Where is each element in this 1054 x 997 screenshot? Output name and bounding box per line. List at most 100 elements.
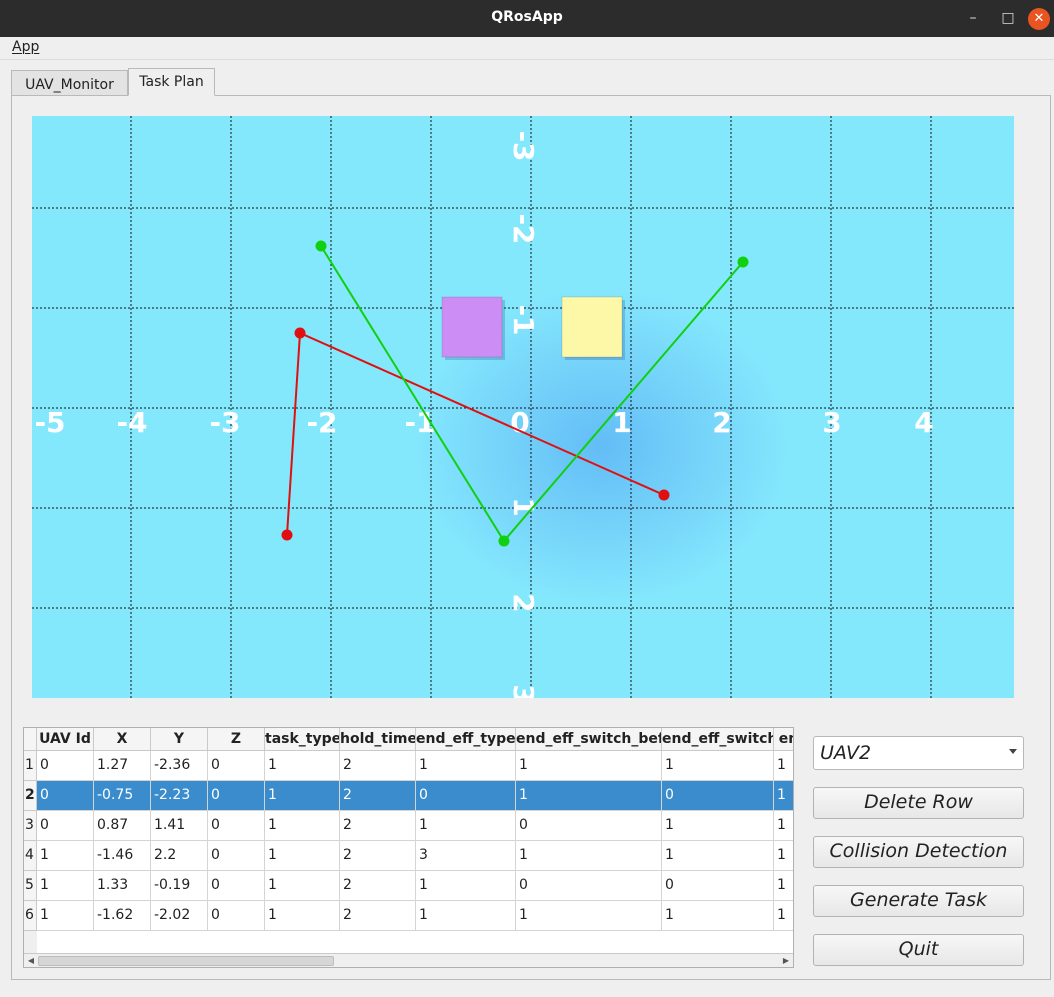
- table-cell-x[interactable]: -1.62: [94, 901, 151, 931]
- table-cell-x[interactable]: -1.46: [94, 841, 151, 871]
- axis-label: 4: [914, 406, 933, 439]
- scroll-right-icon[interactable]: ▶: [779, 954, 793, 967]
- table-cell-x[interactable]: -0.75: [94, 781, 151, 811]
- delete-row-button[interactable]: Delete Row: [813, 787, 1024, 819]
- table-cell-hold-time[interactable]: 2: [340, 781, 416, 811]
- row-header[interactable]: 2: [24, 781, 37, 811]
- table-cell-task-type[interactable]: 1: [265, 871, 340, 901]
- column-header-z[interactable]: Z: [208, 728, 265, 751]
- table-cell-z[interactable]: 0: [208, 811, 265, 841]
- table-cell-end-eff-switch-bef[interactable]: 1: [516, 901, 662, 931]
- table-cell-task-type[interactable]: 1: [265, 811, 340, 841]
- row-header[interactable]: 6: [24, 901, 37, 931]
- column-header-uav-id[interactable]: UAV Id: [37, 728, 94, 751]
- table-cell-end-eff-switch[interactable]: 1: [662, 811, 774, 841]
- table-cell-y[interactable]: -2.23: [151, 781, 208, 811]
- column-header-end-eff-type[interactable]: end_eff_type: [416, 728, 516, 751]
- table-cell-hold-time[interactable]: 2: [340, 901, 416, 931]
- table-cell-uav-id[interactable]: 1: [37, 841, 94, 871]
- table-cell-end-eff-switch[interactable]: 1: [662, 751, 774, 781]
- table-cell-hold-time[interactable]: 2: [340, 871, 416, 901]
- uav-select[interactable]: UAV2: [813, 736, 1024, 770]
- column-header-x[interactable]: X: [94, 728, 151, 751]
- table-cell-end-eff-switch-bef[interactable]: 1: [516, 751, 662, 781]
- table-cell-z[interactable]: 0: [208, 841, 265, 871]
- menu-app[interactable]: App: [12, 39, 39, 55]
- close-icon[interactable]: ✕: [1028, 8, 1050, 30]
- table-cell-end-eff-switch[interactable]: 1: [662, 841, 774, 871]
- table-cell-en[interactable]: 1: [774, 901, 793, 931]
- table-cell-z[interactable]: 0: [208, 781, 265, 811]
- uav-select-value: UAV2: [820, 742, 872, 764]
- table-cell-end-eff-switch[interactable]: 0: [662, 781, 774, 811]
- table-cell-end-eff-switch[interactable]: 1: [662, 901, 774, 931]
- table-cell-en[interactable]: 1: [774, 871, 793, 901]
- table-cell-y[interactable]: 2.2: [151, 841, 208, 871]
- scroll-left-icon[interactable]: ◀: [24, 954, 38, 967]
- table-cell-end-eff-switch-bef[interactable]: 1: [516, 781, 662, 811]
- table-cell-en[interactable]: 1: [774, 841, 793, 871]
- table-cell-hold-time[interactable]: 2: [340, 841, 416, 871]
- table-cell-end-eff-type[interactable]: 1: [416, 811, 516, 841]
- table-cell-x[interactable]: 0.87: [94, 811, 151, 841]
- table-cell-end-eff-type[interactable]: 3: [416, 841, 516, 871]
- table-cell-task-type[interactable]: 1: [265, 841, 340, 871]
- table-cell-z[interactable]: 0: [208, 751, 265, 781]
- scene-3d-view[interactable]: -5 -4 -3 -2 -1 0 1 2 3 4 -3 -2 -1 1 2 3: [32, 116, 1014, 698]
- table-cell-uav-id[interactable]: 0: [37, 811, 94, 841]
- column-header-y[interactable]: Y: [151, 728, 208, 751]
- scrollbar-thumb[interactable]: [38, 956, 334, 966]
- table-cell-task-type[interactable]: 1: [265, 751, 340, 781]
- table-cell-task-type[interactable]: 1: [265, 901, 340, 931]
- table-cell-hold-time[interactable]: 2: [340, 811, 416, 841]
- maximize-icon[interactable]: □: [997, 8, 1019, 30]
- tab-task-plan[interactable]: Task Plan: [128, 68, 215, 96]
- table-cell-y[interactable]: -2.02: [151, 901, 208, 931]
- row-header[interactable]: 5: [24, 871, 37, 901]
- table-cell-uav-id[interactable]: 0: [37, 781, 94, 811]
- table-cell-uav-id[interactable]: 0: [37, 751, 94, 781]
- table-cell-end-eff-type[interactable]: 1: [416, 901, 516, 931]
- table-cell-end-eff-switch-bef[interactable]: 0: [516, 871, 662, 901]
- row-header[interactable]: 3: [24, 811, 37, 841]
- task-table[interactable]: UAV Id X Y Ztask_type hold_time end_eff_type e…: [23, 727, 794, 968]
- table-corner[interactable]: [24, 728, 37, 751]
- table-cell-end-eff-type[interactable]: 1: [416, 751, 516, 781]
- table-cell-end-eff-type[interactable]: 0: [416, 781, 516, 811]
- table-cell-y[interactable]: 1.41: [151, 811, 208, 841]
- scene-canvas[interactable]: -5 -4 -3 -2 -1 0 1 2 3 4-3-2-1123: [32, 116, 1014, 698]
- table-cell-y[interactable]: -2.36: [151, 751, 208, 781]
- table-cell-uav-id[interactable]: 1: [37, 901, 94, 931]
- table-cell-end-eff-switch[interactable]: 0: [662, 871, 774, 901]
- obstacle-box: [561, 296, 623, 358]
- table-cell-z[interactable]: 0: [208, 901, 265, 931]
- column-header-end-eff-switch-bef[interactable]: end_eff_switch_bef: [516, 728, 662, 751]
- table-cell-end-eff-switch-bef[interactable]: 0: [516, 811, 662, 841]
- tab-uav-monitor[interactable]: UAV_Monitor: [11, 70, 128, 96]
- row-header[interactable]: 1: [24, 751, 37, 781]
- column-header-task-type[interactable]: task_type: [265, 728, 340, 751]
- row-header[interactable]: 4: [24, 841, 37, 871]
- minimize-icon[interactable]: –: [962, 8, 984, 30]
- table-cell-x[interactable]: 1.27: [94, 751, 151, 781]
- table-cell-end-eff-switch-bef[interactable]: 1: [516, 841, 662, 871]
- horizontal-scrollbar[interactable]: ◀ ▶: [24, 953, 793, 967]
- table-cell-y[interactable]: -0.19: [151, 871, 208, 901]
- table-cell-en[interactable]: 1: [774, 811, 793, 841]
- table-cell-z[interactable]: 0: [208, 871, 265, 901]
- column-header-end-eff-switch[interactable]: end_eff_switch: [662, 728, 774, 751]
- column-header-en[interactable]: en: [774, 728, 793, 751]
- table-cell-uav-id[interactable]: 1: [37, 871, 94, 901]
- table-cell-end-eff-type[interactable]: 1: [416, 871, 516, 901]
- table-cell-en[interactable]: 1: [774, 751, 793, 781]
- table-cell-hold-time[interactable]: 2: [340, 751, 416, 781]
- generate-task-button[interactable]: Generate Task: [813, 885, 1024, 917]
- table-cell-en[interactable]: 1: [774, 781, 793, 811]
- collision-detection-button[interactable]: Collision Detection: [813, 836, 1024, 868]
- column-header-hold-time[interactable]: hold_time: [340, 728, 416, 751]
- axis-label: -2: [507, 213, 540, 244]
- table-cell-task-type[interactable]: 1: [265, 781, 340, 811]
- quit-button[interactable]: Quit: [813, 934, 1024, 966]
- title-bar: QRosApp – □ ✕: [0, 0, 1054, 37]
- table-cell-x[interactable]: 1.33: [94, 871, 151, 901]
